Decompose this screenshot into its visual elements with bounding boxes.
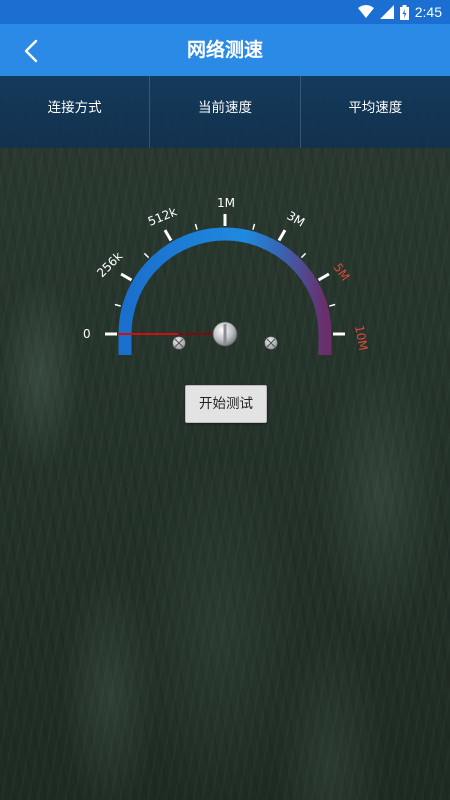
major-tick [277,229,287,242]
connection-type-label: 连接方式 [47,100,102,116]
major-tick [120,272,133,282]
screw-left-icon [172,336,186,350]
tick-label-5m: 5M [331,261,353,284]
speed-gauge: 0 256k 512k 1M 3M 5M 10M [83,196,370,355]
tick-label-512k: 512k [146,205,179,229]
current-speed-label: 当前速度 [197,100,252,116]
status-time: 2:45 [414,4,442,20]
app-bar: 网络测速 [0,24,450,76]
current-speed-column: 当前速度 [149,76,299,148]
minor-tick [143,252,150,259]
start-test-button[interactable]: 开始测试 [185,385,267,423]
signal-icon [379,5,394,19]
gauge-knob [212,321,238,347]
tick-label-10m: 10M [352,324,370,352]
minor-tick [114,303,121,307]
average-speed-column: 平均速度 [299,76,450,148]
minor-tick [300,252,307,259]
battery-icon [399,4,409,20]
page-title: 网络测速 [186,39,263,61]
back-button[interactable] [14,34,48,68]
minor-tick [329,303,336,307]
tick-label-256k: 256k [94,249,125,280]
screw-right-icon [264,336,278,350]
chevron-left-icon [24,39,38,63]
wifi-icon [357,5,374,18]
connection-type-column: 连接方式 [0,76,149,148]
minor-tick [252,223,256,230]
major-tick [163,229,173,242]
tick-label-3m: 3M [285,208,308,229]
minor-tick [194,223,198,230]
tick-label-1m: 1M [217,196,235,210]
speed-info-header: 连接方式 当前速度 平均速度 [0,76,450,148]
average-speed-label: 平均速度 [348,100,403,116]
tick-label-0: 0 [83,327,91,341]
status-icons: 2:45 [357,0,442,24]
status-bar: 2:45 [0,0,450,24]
major-tick [317,272,330,282]
